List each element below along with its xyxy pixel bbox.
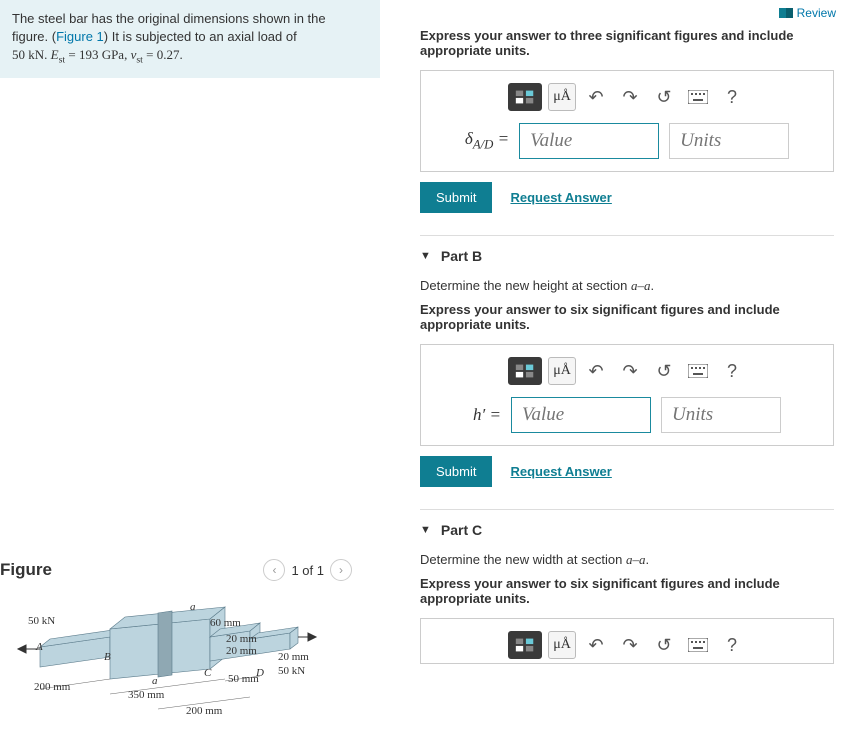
figure-prev-button[interactable]: ‹: [263, 559, 285, 581]
help-button[interactable]: ?: [718, 631, 746, 659]
partB-instruction: Express your answer to six significant f…: [420, 302, 834, 332]
reset-button[interactable]: ↺: [650, 83, 678, 111]
partA-submit-button[interactable]: Submit: [420, 182, 492, 213]
label-A: A: [36, 641, 43, 653]
label-200mm-b: 200 mm: [186, 705, 222, 717]
undo-button[interactable]: ↶: [582, 357, 610, 385]
nu-value: = 0.27: [143, 47, 180, 62]
divider: [420, 235, 834, 236]
label-20mm-b: 20 mm: [226, 645, 257, 657]
partB-request-answer-link[interactable]: Request Answer: [510, 464, 611, 479]
partC-header[interactable]: ▼ Part C: [420, 522, 834, 538]
caret-down-icon: ▼: [420, 250, 431, 262]
keyboard-button[interactable]: [684, 83, 712, 111]
partA-value-input[interactable]: [519, 123, 659, 159]
review-text: Review: [797, 6, 836, 20]
template-button[interactable]: [508, 83, 542, 111]
flag-icon: [779, 8, 793, 18]
figure-next-button[interactable]: ›: [330, 559, 352, 581]
help-button[interactable]: ?: [718, 357, 746, 385]
label-50mm: 50 mm: [228, 673, 259, 685]
units-button[interactable]: μÅ: [548, 631, 576, 659]
keyboard-button[interactable]: [684, 631, 712, 659]
partA-instruction: Express your answer to three significant…: [420, 28, 834, 58]
redo-button[interactable]: ↷: [616, 631, 644, 659]
partA-variable: δA/D =: [465, 129, 509, 152]
partB-variable: h′ =: [473, 405, 501, 425]
label-350mm: 350 mm: [128, 689, 164, 701]
keyboard-button[interactable]: [684, 357, 712, 385]
undo-button[interactable]: ↶: [582, 631, 610, 659]
label-B: B: [104, 651, 111, 663]
figure-pager-text: 1 of 1: [291, 563, 324, 578]
figure-title: Figure: [0, 560, 52, 580]
partB-title: Part B: [441, 248, 482, 264]
partC-title: Part C: [441, 522, 482, 538]
load-value: 50 kN: [12, 47, 44, 62]
partB-submit-button[interactable]: Submit: [420, 456, 492, 487]
partA-units-input[interactable]: [669, 123, 789, 159]
help-button[interactable]: ?: [718, 83, 746, 111]
label-20mm-a: 20 mm: [226, 633, 257, 645]
partC-prompt: Determine the new width at section a–a.: [420, 552, 834, 568]
divider: [420, 509, 834, 510]
partB-header[interactable]: ▼ Part B: [420, 248, 834, 264]
figure-pager: ‹ 1 of 1 ›: [263, 559, 352, 581]
template-button[interactable]: [508, 357, 542, 385]
problem-line1: The steel bar has the original dimension…: [12, 11, 326, 26]
units-button[interactable]: μÅ: [548, 357, 576, 385]
partB-prompt: Determine the new height at section a–a.: [420, 278, 834, 294]
label-a-bot: a: [152, 675, 158, 687]
units-button[interactable]: μÅ: [548, 83, 576, 111]
partA-answer-card: μÅ ↶ ↷ ↺ ? δA/D =: [420, 70, 834, 172]
E-value: = 193 GPa: [65, 47, 124, 62]
redo-button[interactable]: ↷: [616, 83, 644, 111]
problem-line2b: ) It is subjected to an axial load of: [104, 29, 297, 44]
partB-value-input[interactable]: [511, 397, 651, 433]
label-force-left: 50 kN: [28, 615, 55, 627]
E-symbol: E: [51, 47, 59, 62]
reset-button[interactable]: ↺: [650, 631, 678, 659]
partA-toolbar: μÅ ↶ ↷ ↺ ?: [431, 83, 823, 111]
label-force-right: 50 kN: [278, 665, 305, 677]
label-a-top: a: [190, 601, 196, 613]
label-C: C: [204, 667, 211, 679]
label-20mm-d: 20 mm: [278, 651, 309, 663]
partA-request-answer-link[interactable]: Request Answer: [510, 190, 611, 205]
reset-button[interactable]: ↺: [650, 357, 678, 385]
partC-instruction: Express your answer to six significant f…: [420, 576, 834, 606]
problem-statement: The steel bar has the original dimension…: [0, 0, 380, 78]
label-200mm-a: 200 mm: [34, 681, 70, 693]
undo-button[interactable]: ↶: [582, 83, 610, 111]
partB-toolbar: μÅ ↶ ↷ ↺ ?: [431, 357, 823, 385]
partB-units-input[interactable]: [661, 397, 781, 433]
label-60mm: 60 mm: [210, 617, 241, 629]
figure-link[interactable]: Figure 1: [56, 29, 104, 44]
partC-toolbar: μÅ ↶ ↷ ↺ ?: [431, 631, 823, 659]
figure-diagram: 50 kN 50 kN A B C D a a 60 mm 20 mm 20 m…: [0, 589, 320, 724]
redo-button[interactable]: ↷: [616, 357, 644, 385]
partC-answer-card: μÅ ↶ ↷ ↺ ?: [420, 618, 834, 664]
caret-down-icon: ▼: [420, 524, 431, 536]
template-button[interactable]: [508, 631, 542, 659]
problem-line2a: figure. (: [12, 29, 56, 44]
partB-answer-card: μÅ ↶ ↷ ↺ ? h′ =: [420, 344, 834, 446]
review-link[interactable]: Review: [779, 6, 836, 20]
